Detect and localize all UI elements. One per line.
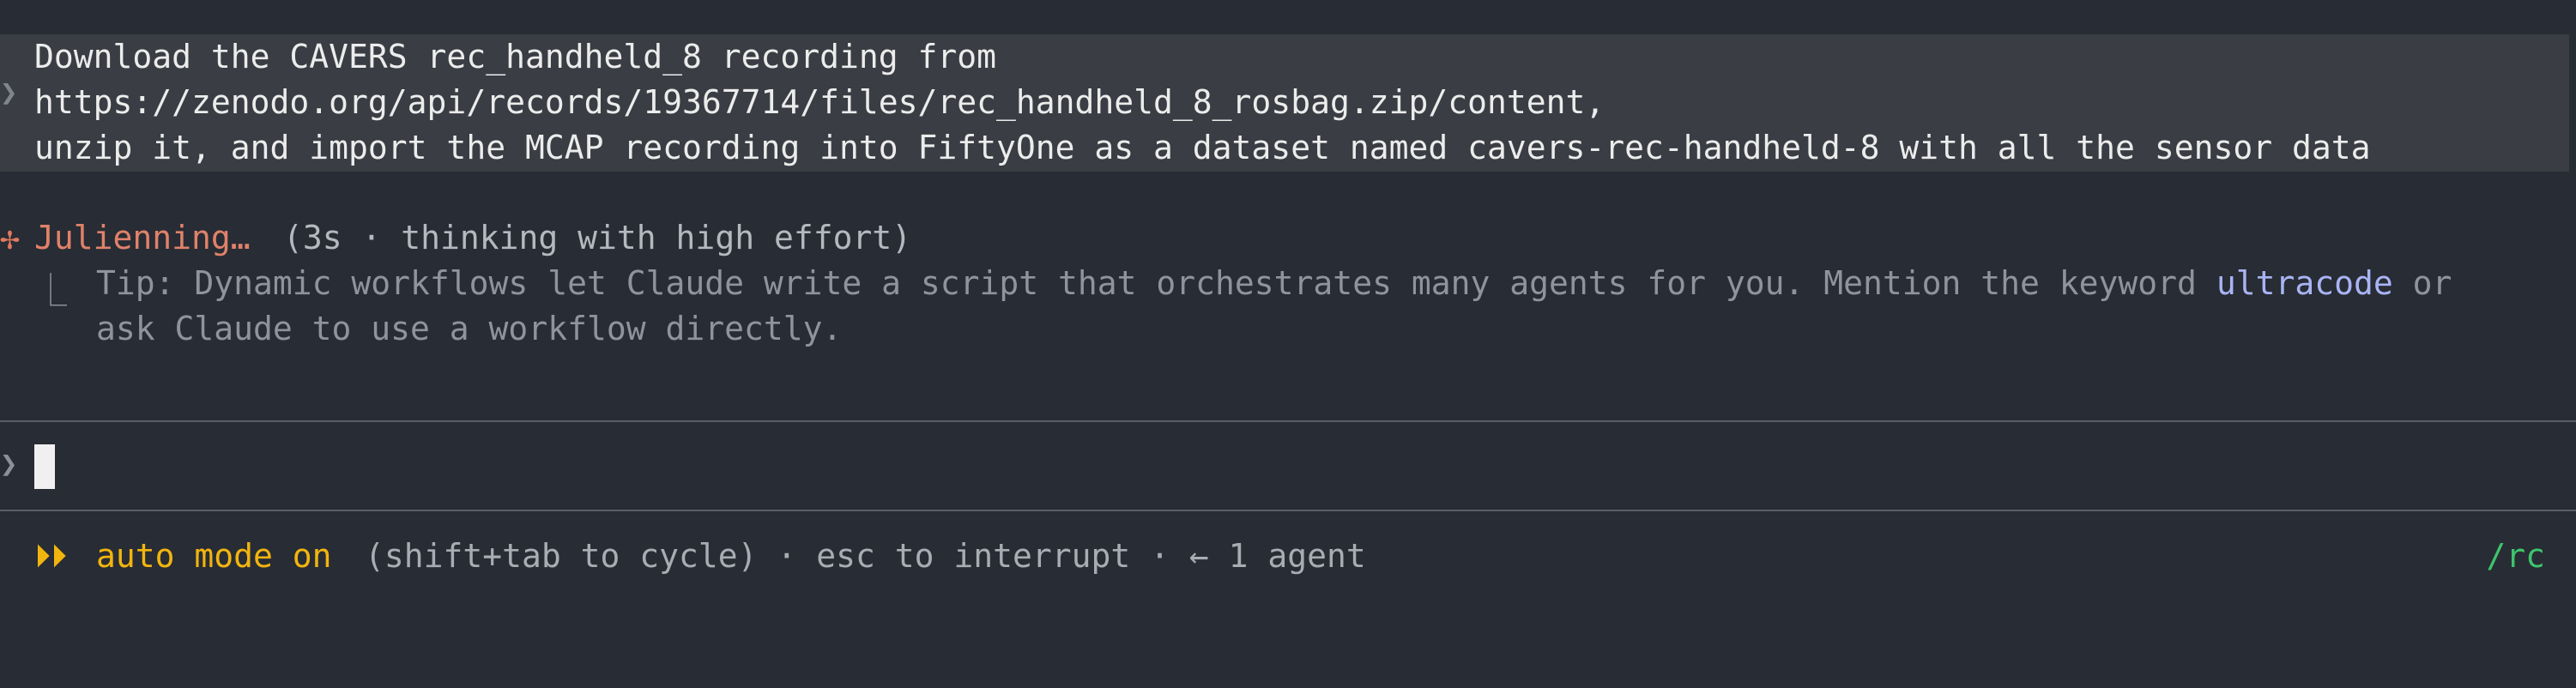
status-meta: (3s · thinking with high effort) [283, 219, 912, 256]
user-prompt-block: ❯ Download the CAVERS rec_handheld_8 rec… [0, 34, 2569, 172]
prompt-line-1: Download the CAVERS rec_handheld_8 recor… [34, 38, 997, 75]
prompt-line-2: https://zenodo.org/api/records/19367714/… [34, 83, 1605, 121]
tip-keyword: ultracode [2216, 264, 2393, 302]
status-row: ✢ Julienning… (3s · thinking with high e… [0, 219, 911, 370]
input-divider-top [0, 420, 2576, 422]
tip-branch-icon: ⎿ [34, 272, 68, 310]
input-cursor[interactable] [34, 444, 55, 489]
mode-row: ⏵⏵ auto mode on (shift+tab to cycle) · e… [0, 537, 1366, 688]
tip-text-before: Tip: Dynamic workflows let Claude write … [96, 264, 2216, 302]
auto-mode-label[interactable]: auto mode on [96, 537, 332, 575]
status-word: Julienning… [34, 219, 251, 256]
rc-label: /rc [2486, 537, 2545, 575]
input-chevron-icon: ❯ [0, 447, 18, 481]
prompt-chevron-icon: ❯ [0, 75, 18, 110]
mode-hint: (shift+tab to cycle) · esc to interrupt … [365, 537, 1366, 575]
prompt-line-3: unzip it, and import the MCAP recording … [34, 129, 2371, 166]
tip-text-after: or [2392, 264, 2452, 302]
tip-line-2: ask Claude to use a workflow directly. [96, 310, 843, 347]
tip-line-1: Tip: Dynamic workflows let Claude write … [96, 264, 2452, 302]
spinner-icon: ✢ [0, 219, 20, 256]
fast-forward-icon: ⏵⏵ [34, 537, 68, 575]
input-divider-bottom [0, 510, 2576, 511]
